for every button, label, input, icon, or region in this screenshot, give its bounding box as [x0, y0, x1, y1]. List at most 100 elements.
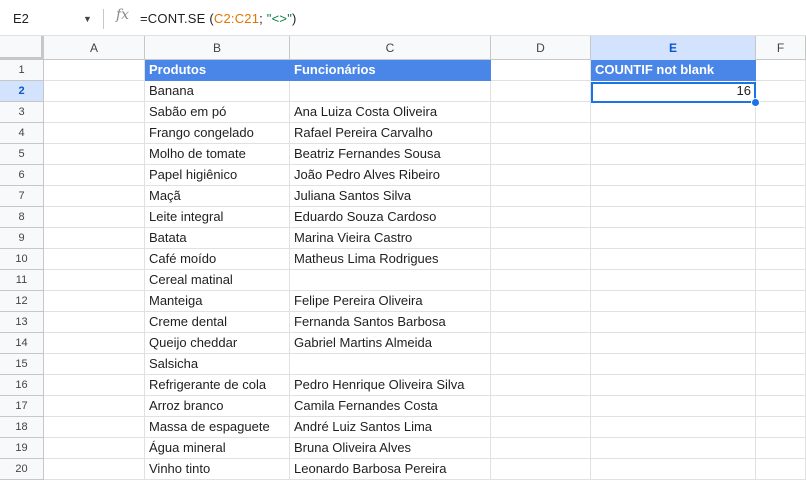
row-header[interactable]: 5: [0, 144, 44, 165]
empty-cell[interactable]: [44, 354, 145, 375]
employee-cell[interactable]: Rafael Pereira Carvalho: [290, 123, 491, 144]
empty-cell[interactable]: [756, 144, 806, 165]
empty-cell[interactable]: [756, 102, 806, 123]
empty-cell[interactable]: [44, 81, 145, 102]
empty-cell[interactable]: [44, 228, 145, 249]
empty-cell[interactable]: [491, 81, 591, 102]
product-cell[interactable]: Café moído: [145, 249, 290, 270]
empty-cell[interactable]: [756, 375, 806, 396]
row-header[interactable]: 14: [0, 333, 44, 354]
cell-a1[interactable]: [44, 60, 145, 81]
row-header[interactable]: 20: [0, 459, 44, 480]
employee-cell[interactable]: [290, 354, 491, 375]
empty-cell[interactable]: [491, 312, 591, 333]
employee-cell[interactable]: Leonardo Barbosa Pereira: [290, 459, 491, 480]
empty-cell[interactable]: [591, 102, 756, 123]
empty-cell[interactable]: [756, 165, 806, 186]
employee-cell[interactable]: Beatriz Fernandes Sousa: [290, 144, 491, 165]
row-header[interactable]: 10: [0, 249, 44, 270]
empty-cell[interactable]: [44, 375, 145, 396]
product-cell[interactable]: Água mineral: [145, 438, 290, 459]
empty-cell[interactable]: [491, 354, 591, 375]
row-header[interactable]: 13: [0, 312, 44, 333]
empty-cell[interactable]: [756, 207, 806, 228]
fill-handle[interactable]: [751, 98, 760, 107]
empty-cell[interactable]: [756, 312, 806, 333]
empty-cell[interactable]: [491, 102, 591, 123]
product-cell[interactable]: Maçã: [145, 186, 290, 207]
product-cell[interactable]: Vinho tinto: [145, 459, 290, 480]
employee-cell[interactable]: Gabriel Martins Almeida: [290, 333, 491, 354]
empty-cell[interactable]: [756, 249, 806, 270]
empty-cell[interactable]: [491, 459, 591, 480]
empty-cell[interactable]: [491, 228, 591, 249]
empty-cell[interactable]: [756, 333, 806, 354]
empty-cell[interactable]: [591, 333, 756, 354]
empty-cell[interactable]: [44, 207, 145, 228]
empty-cell[interactable]: [591, 207, 756, 228]
product-cell[interactable]: Leite integral: [145, 207, 290, 228]
empty-cell[interactable]: [44, 417, 145, 438]
employee-cell[interactable]: Matheus Lima Rodrigues: [290, 249, 491, 270]
empty-cell[interactable]: [591, 438, 756, 459]
employee-cell[interactable]: André Luiz Santos Lima: [290, 417, 491, 438]
product-cell[interactable]: Sabão em pó: [145, 102, 290, 123]
employee-cell[interactable]: [290, 270, 491, 291]
row-header[interactable]: 11: [0, 270, 44, 291]
product-cell[interactable]: Refrigerante de cola: [145, 375, 290, 396]
empty-cell[interactable]: [491, 438, 591, 459]
empty-cell[interactable]: [44, 270, 145, 291]
empty-cell[interactable]: [756, 186, 806, 207]
column-header-a[interactable]: A: [44, 36, 145, 60]
empty-cell[interactable]: [591, 270, 756, 291]
row-header[interactable]: 3: [0, 102, 44, 123]
dropdown-arrow-icon[interactable]: ▼: [83, 8, 92, 30]
empty-cell[interactable]: [756, 81, 806, 102]
product-cell[interactable]: Batata: [145, 228, 290, 249]
product-cell[interactable]: Queijo cheddar: [145, 333, 290, 354]
row-header[interactable]: 12: [0, 291, 44, 312]
product-cell[interactable]: Molho de tomate: [145, 144, 290, 165]
product-cell[interactable]: Papel higiênico: [145, 165, 290, 186]
empty-cell[interactable]: [44, 459, 145, 480]
empty-cell[interactable]: [756, 123, 806, 144]
empty-cell[interactable]: [491, 165, 591, 186]
empty-cell[interactable]: [44, 291, 145, 312]
empty-cell[interactable]: [491, 375, 591, 396]
empty-cell[interactable]: [44, 165, 145, 186]
row-header[interactable]: 9: [0, 228, 44, 249]
empty-cell[interactable]: [44, 144, 145, 165]
empty-cell[interactable]: [756, 291, 806, 312]
empty-cell[interactable]: [756, 417, 806, 438]
empty-cell[interactable]: [756, 396, 806, 417]
empty-cell[interactable]: [491, 207, 591, 228]
empty-cell[interactable]: [591, 186, 756, 207]
employee-cell[interactable]: Marina Vieira Castro: [290, 228, 491, 249]
empty-cell[interactable]: [591, 249, 756, 270]
empty-cell[interactable]: [591, 396, 756, 417]
empty-cell[interactable]: [591, 417, 756, 438]
row-header[interactable]: 1: [0, 60, 44, 81]
product-cell[interactable]: Arroz branco: [145, 396, 290, 417]
row-header[interactable]: 4: [0, 123, 44, 144]
employee-cell[interactable]: Eduardo Souza Cardoso: [290, 207, 491, 228]
result-cell[interactable]: 16: [591, 81, 756, 102]
empty-cell[interactable]: [491, 417, 591, 438]
empty-cell[interactable]: [44, 249, 145, 270]
row-header[interactable]: 6: [0, 165, 44, 186]
empty-cell[interactable]: [44, 396, 145, 417]
empty-cell[interactable]: [591, 312, 756, 333]
header-cell-funcionarios[interactable]: Funcionários: [290, 60, 491, 81]
empty-cell[interactable]: [756, 459, 806, 480]
product-cell[interactable]: Frango congelado: [145, 123, 290, 144]
empty-cell[interactable]: [44, 312, 145, 333]
row-header[interactable]: 2: [0, 81, 44, 102]
empty-cell[interactable]: [591, 228, 756, 249]
row-header[interactable]: 17: [0, 396, 44, 417]
product-cell[interactable]: Creme dental: [145, 312, 290, 333]
employee-cell[interactable]: [290, 81, 491, 102]
employee-cell[interactable]: João Pedro Alves Ribeiro: [290, 165, 491, 186]
product-cell[interactable]: Manteiga: [145, 291, 290, 312]
empty-cell[interactable]: [44, 102, 145, 123]
name-box[interactable]: E2 ▼: [8, 8, 100, 30]
